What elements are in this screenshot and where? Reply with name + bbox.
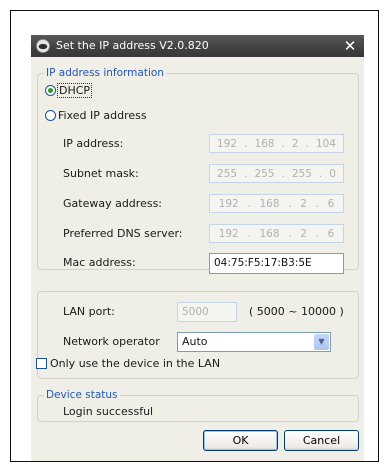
close-button[interactable]: ✕ xyxy=(341,37,359,55)
subnet-mask-label: Subnet mask: xyxy=(63,167,139,180)
lan-only-checkbox-row[interactable]: Only use the device in the LAN xyxy=(36,357,220,370)
gateway-address-field: 192. 168. 2. 6 xyxy=(209,194,344,213)
fixed-ip-radio-row[interactable]: Fixed IP address xyxy=(45,109,147,122)
dns-octet-4: 6 xyxy=(327,227,335,240)
chevron-down-icon[interactable]: ▼ xyxy=(314,334,329,350)
fixed-ip-label[interactable]: Fixed IP address xyxy=(58,109,147,122)
ip-octet-4: 104 xyxy=(315,137,336,150)
ip-octet-2: 168 xyxy=(254,137,275,150)
gateway-octet-3: 2 xyxy=(300,197,307,210)
dns-server-label: Preferred DNS server: xyxy=(63,227,183,240)
gateway-address-label: Gateway address: xyxy=(63,197,163,210)
mac-address-field[interactable]: 04:75:F5:17:B3:5E xyxy=(209,253,344,274)
ip-address-field: 192. 168. 2. 104 xyxy=(209,134,344,153)
app-icon xyxy=(36,39,50,53)
dhcp-radio[interactable] xyxy=(45,85,56,96)
gateway-octet-4: 6 xyxy=(327,197,335,210)
device-status-text: Login successful xyxy=(63,405,154,418)
lan-only-label[interactable]: Only use the device in the LAN xyxy=(50,357,220,370)
cancel-button[interactable]: Cancel xyxy=(284,430,359,451)
ip-settings-dialog: Set the IP address V2.0.820 ✕ IP address… xyxy=(31,35,364,461)
dns-octet-3: 2 xyxy=(300,227,307,240)
dhcp-label[interactable]: DHCP xyxy=(56,83,93,98)
window-title: Set the IP address V2.0.820 xyxy=(56,39,209,52)
subnet-octet-1: 255 xyxy=(217,167,238,180)
network-operator-value: Auto xyxy=(182,335,208,348)
lan-port-label: LAN port: xyxy=(63,305,115,318)
lan-port-field: 5000 xyxy=(177,302,237,322)
device-status-legend: Device status xyxy=(44,389,120,402)
network-operator-select[interactable]: Auto ▼ xyxy=(177,332,331,352)
ip-octet-3: 2 xyxy=(291,137,299,150)
network-operator-label: Network operator xyxy=(63,335,160,348)
ip-octet-1: 192 xyxy=(217,137,238,150)
dns-octet-2: 168 xyxy=(259,227,280,240)
title-bar[interactable]: Set the IP address V2.0.820 ✕ xyxy=(31,35,364,57)
dhcp-radio-row[interactable]: DHCP xyxy=(45,83,93,98)
dns-server-field: 192. 168. 2. 6 xyxy=(209,224,344,243)
fixed-ip-radio[interactable] xyxy=(45,110,56,121)
ip-group-legend: IP address information xyxy=(44,67,166,80)
lan-only-checkbox[interactable] xyxy=(36,358,47,369)
subnet-octet-2: 255 xyxy=(254,167,275,180)
mac-address-label: Mac address: xyxy=(63,256,136,269)
subnet-octet-3: 255 xyxy=(291,167,312,180)
subnet-octet-4: 0 xyxy=(329,167,336,180)
gateway-octet-1: 192 xyxy=(218,197,239,210)
ip-address-label: IP address: xyxy=(63,137,124,150)
lan-port-range: ( 5000 ~ 10000 ) xyxy=(249,305,344,318)
dns-octet-1: 192 xyxy=(218,227,239,240)
gateway-octet-2: 168 xyxy=(259,197,280,210)
ok-button[interactable]: OK xyxy=(203,430,278,451)
subnet-mask-field: 255. 255. 255. 0 xyxy=(209,164,344,183)
